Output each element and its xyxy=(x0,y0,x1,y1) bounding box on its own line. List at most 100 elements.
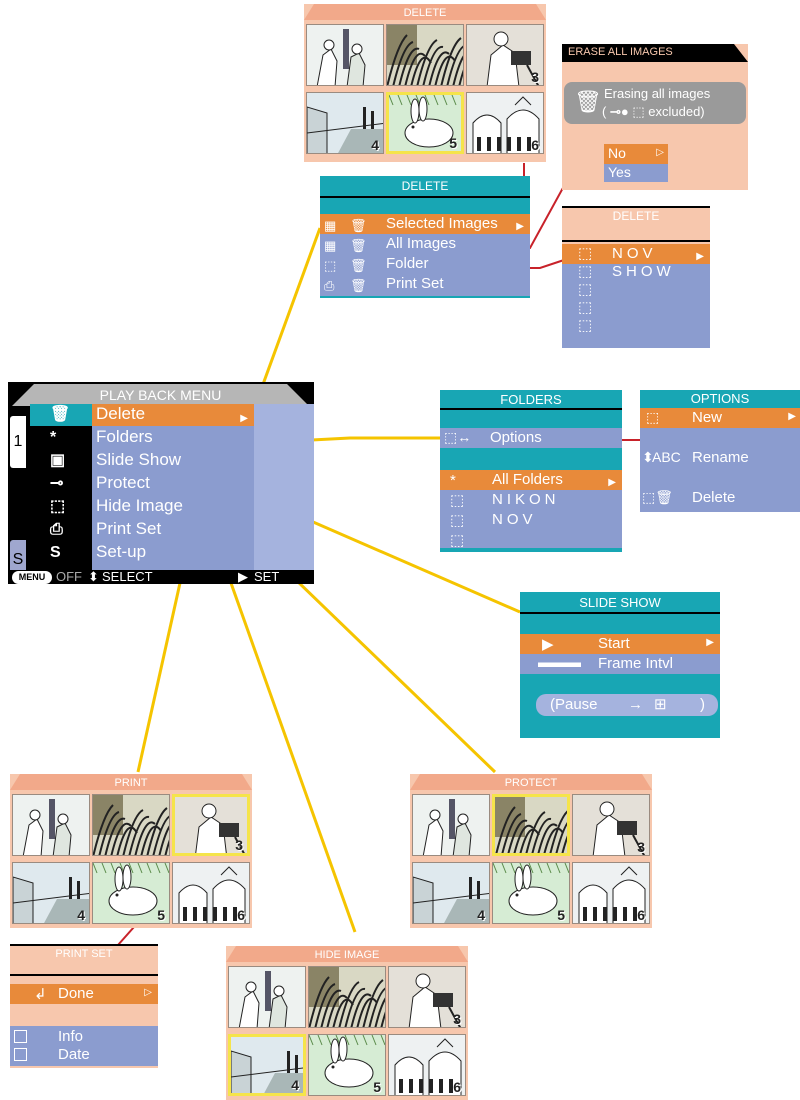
options-new-row[interactable]: ⬚ New ▶ xyxy=(640,408,800,428)
slide-interval-row[interactable]: ▬▬▬ Frame Intvl xyxy=(520,654,720,674)
slide-show-menu: SLIDE SHOW ▶ Start ▶ ▬▬▬ Frame Intvl (Pa… xyxy=(520,592,720,738)
pause-end: ) xyxy=(700,696,705,713)
print-set-info-row[interactable]: Info xyxy=(10,1028,158,1046)
tab-edge xyxy=(10,774,20,790)
thumbnail[interactable]: 6 xyxy=(466,92,544,154)
delete-folder-row[interactable]: ⬚ xyxy=(562,280,710,298)
thumbnail[interactable]: 4 xyxy=(228,1034,306,1096)
thumbnail-number: 5 xyxy=(449,135,457,151)
delete-thumbs-title-bar: DELETE xyxy=(304,4,546,20)
hidden-image-icon: ⬚ xyxy=(632,104,645,119)
thumbnail[interactable] xyxy=(228,966,306,1028)
submenu-preview xyxy=(254,404,314,570)
folder-icon: ⬚ xyxy=(324,258,337,273)
folders-row[interactable]: ⬚ NOV xyxy=(440,510,622,530)
options-rename-row[interactable]: ⬍ ABC Rename xyxy=(640,448,800,468)
folders-title: FOLDERS xyxy=(500,392,562,407)
thumbnail[interactable]: 4 xyxy=(306,92,384,154)
folder-trash-icon: ⬚🗑 xyxy=(642,489,674,505)
erase-option-no[interactable]: No ▷ xyxy=(604,144,668,164)
thumbnail[interactable]: 3 xyxy=(572,794,650,856)
thumbnail[interactable] xyxy=(308,966,386,1028)
erase-excluded: excluded) xyxy=(648,104,705,119)
playback-item-label: Delete xyxy=(96,404,146,423)
thumbnail[interactable]: 6 xyxy=(388,1034,466,1096)
tab-edge xyxy=(410,774,420,790)
arrow-right-icon: ▷ xyxy=(144,987,152,998)
delete-item-print-set[interactable]: ⎙ 🗑 Print Set xyxy=(320,274,530,294)
thumbnail-grid-icon: ⊞ xyxy=(654,696,667,713)
erase-yes-label: Yes xyxy=(608,164,631,180)
trash-icon: 🗑 xyxy=(574,89,602,114)
thumbnail[interactable] xyxy=(92,794,170,856)
footer-set: SET xyxy=(254,569,280,584)
paren-open: ( xyxy=(602,104,607,119)
delete-folder-label: NOV xyxy=(612,245,657,262)
thumbnail[interactable]: 6 xyxy=(572,862,650,924)
tab-edge xyxy=(226,946,236,962)
options-delete-row[interactable]: ⬚🗑 Delete xyxy=(640,488,800,508)
trash-icon: 🗑 xyxy=(350,278,367,293)
playback-item-set-up[interactable]: S Set-up xyxy=(30,542,254,564)
print-set-date-label: Date xyxy=(58,1046,90,1063)
folders-options-row[interactable]: ⬚↔ Options xyxy=(440,428,622,448)
thumbnail[interactable]: 4 xyxy=(412,862,490,924)
thumbnail[interactable] xyxy=(306,24,384,86)
menu-tab-1[interactable]: 1 xyxy=(10,416,26,468)
playback-item-slide-show[interactable]: ▣ Slide Show xyxy=(30,450,254,472)
tab-edge xyxy=(536,4,546,20)
tab-edge xyxy=(458,946,468,962)
thumbnail[interactable]: 5 xyxy=(492,862,570,924)
photo-thumbnail-image xyxy=(495,797,567,853)
thumbnail[interactable]: 3 xyxy=(172,794,250,856)
thumbnail[interactable]: 3 xyxy=(466,24,544,86)
thumbnail[interactable]: 5 xyxy=(92,862,170,924)
options-new-label: New xyxy=(692,409,723,426)
thumbnail[interactable]: 6 xyxy=(172,862,250,924)
delete-folder-row[interactable]: ⬚ xyxy=(562,298,710,316)
print-set-done-row[interactable]: ↲ Done ▷ xyxy=(10,984,158,1004)
thumbnail-number: 5 xyxy=(157,907,165,923)
delete-folder-row[interactable]: ⬚ SHOW xyxy=(562,262,710,280)
delete-item-all-images[interactable]: ▦ 🗑 All Images xyxy=(320,234,530,254)
folders-item-label: NIKON xyxy=(492,491,560,508)
delete-item-label: Selected Images xyxy=(386,215,498,232)
thumbnail-number: 6 xyxy=(637,907,645,923)
print-set-info-label: Info xyxy=(58,1028,84,1045)
thumbnail[interactable]: 5 xyxy=(386,92,464,154)
photo-thumbnail-image xyxy=(387,25,463,85)
menu-button[interactable]: MENU xyxy=(12,571,52,584)
playback-item-print-set[interactable]: ⎙ Print Set xyxy=(30,519,254,541)
erase-option-yes[interactable]: Yes xyxy=(604,164,668,182)
delete-item-label: All Images xyxy=(386,235,457,252)
thumbnail[interactable]: 4 xyxy=(12,862,90,924)
folder-icon: ⬚ xyxy=(578,245,593,262)
selected-images-icon: ▦ xyxy=(324,218,337,233)
delete-folder-row[interactable]: ⬚ xyxy=(562,316,710,334)
thumbnail[interactable] xyxy=(12,794,90,856)
thumbnail[interactable] xyxy=(492,794,570,856)
playback-item-delete[interactable]: 🗑 Delete ▶ xyxy=(30,404,254,426)
thumbnail[interactable]: 5 xyxy=(308,1034,386,1096)
thumbnail[interactable] xyxy=(412,794,490,856)
pause-label: (Pause xyxy=(550,696,598,713)
folders-row[interactable]: * All Folders ▶ xyxy=(440,470,622,490)
folders-row[interactable]: ⬚ xyxy=(440,530,622,550)
playback-item-protect[interactable]: ⊸ Protect xyxy=(30,473,254,495)
delete-folder-row[interactable]: ⬚ NOV ▶ xyxy=(562,244,710,262)
playback-item-folders[interactable]: * Folders xyxy=(30,427,254,449)
slide-start-row[interactable]: ▶ Start ▶ xyxy=(520,634,720,654)
playback-item-hide-image[interactable]: ⬚ Hide Image xyxy=(30,496,254,518)
thumbnail[interactable] xyxy=(386,24,464,86)
select-arrows-icon: ⬍ xyxy=(88,569,99,584)
print-set-date-row[interactable]: Date xyxy=(10,1046,158,1064)
delete-item-selected-images[interactable]: ▦ 🗑 Selected Images ▶ xyxy=(320,214,530,234)
print-thumbs-title-bar: PRINT xyxy=(10,774,252,790)
arrow-right-icon: ▶ xyxy=(240,413,248,424)
printer-icon: ⎙ xyxy=(50,521,63,538)
thumbnail[interactable]: 3 xyxy=(388,966,466,1028)
delete-item-folder[interactable]: ⬚ 🗑 Folder xyxy=(320,254,530,274)
folders-row[interactable]: ⬚ NIKON xyxy=(440,490,622,510)
folder-icon: ⬚ xyxy=(450,512,465,529)
erase-all-dialog: ERASE ALL IMAGES 🗑 Erasing all images ( … xyxy=(562,44,748,190)
